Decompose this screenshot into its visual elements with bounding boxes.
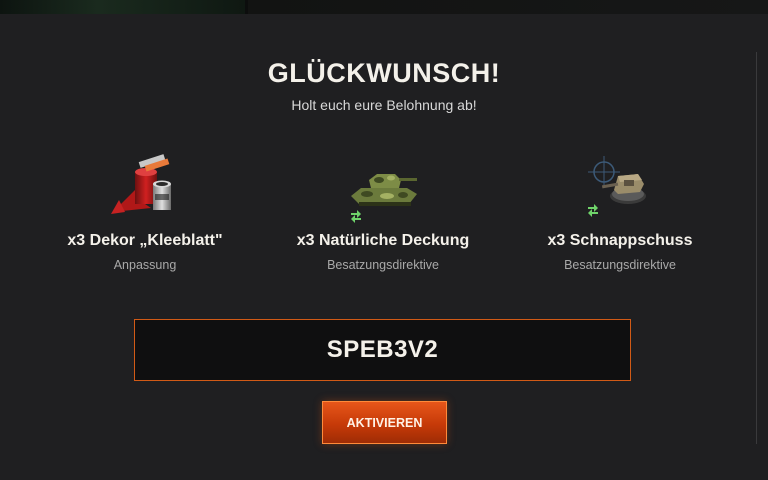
dialog-title: GLÜCKWUNSCH! <box>267 58 501 88</box>
reward-name: x3 Dekor „Kleeblatt" <box>67 232 223 249</box>
reward-type: Besatzungsdirektive <box>327 258 439 272</box>
reward-item-snapshot: x3 Schnappschuss Besatzungsdirektive <box>500 150 740 272</box>
reward-type: Anpassung <box>113 258 177 272</box>
background-image-right <box>248 0 768 14</box>
background-image-left <box>0 0 245 14</box>
reward-item-natural-cover: x3 Natürliche Deckung Besatzungsdirektiv… <box>263 150 503 272</box>
reward-name: x3 Natürliche Deckung <box>296 232 470 249</box>
camo-tank-icon <box>343 150 423 228</box>
background-top-strip <box>0 0 768 14</box>
reward-name: x3 Schnappschuss <box>547 232 693 249</box>
activate-button[interactable]: AKTIVIEREN <box>322 401 447 444</box>
dialog-subtitle: Holt euch eure Belohnung ab! <box>291 97 477 113</box>
reward-type: Besatzungsdirektive <box>564 258 676 272</box>
turret-crosshair-icon <box>580 150 660 228</box>
reward-item-decal: x3 Dekor „Kleeblatt" Anpassung <box>25 150 265 272</box>
paint-bucket-icon <box>105 150 185 228</box>
bonus-code-field[interactable]: SPEB3V2 <box>134 319 631 381</box>
